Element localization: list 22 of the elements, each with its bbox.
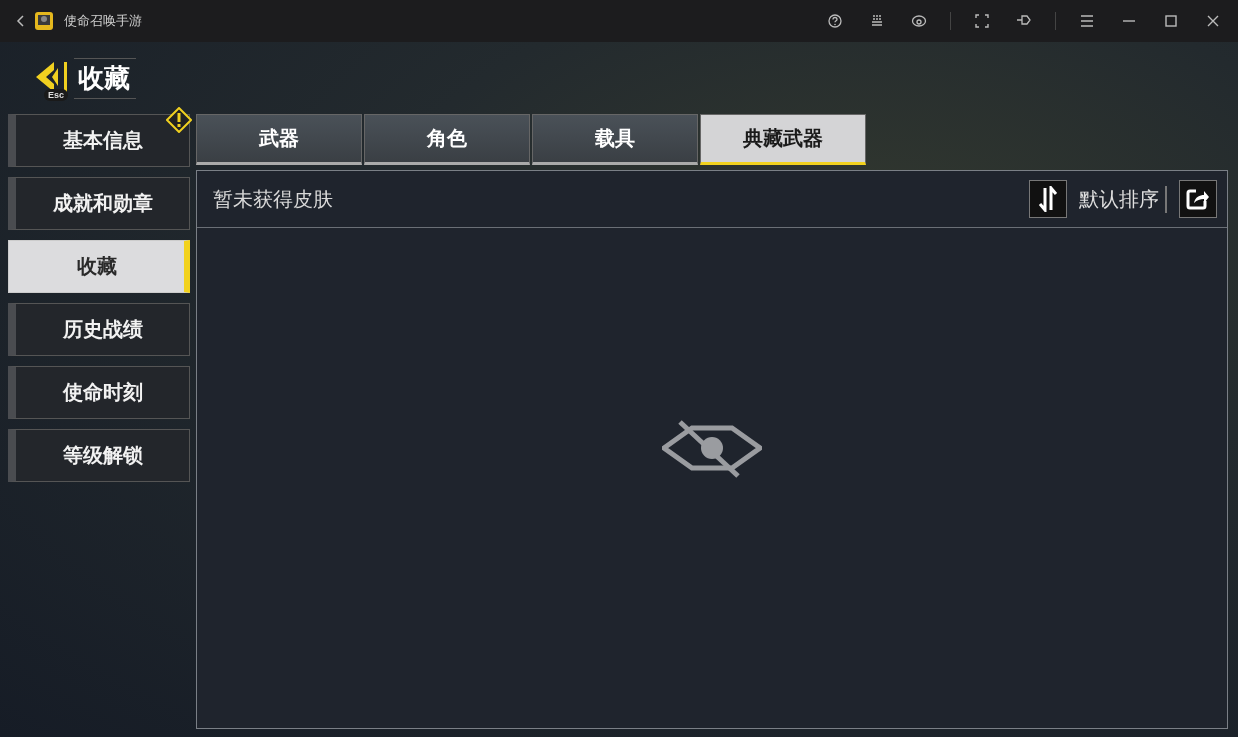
sidebar-item[interactable]: 基本信息 [8, 114, 190, 167]
tab[interactable]: 武器 [196, 114, 362, 165]
app-icon [34, 11, 54, 31]
sort-label: 默认排序 [1079, 185, 1167, 213]
share-icon [1186, 188, 1210, 210]
hidden-eye-icon [662, 418, 762, 478]
back-icon[interactable] [16, 15, 24, 27]
share-button[interactable] [1179, 180, 1217, 218]
tab[interactable]: 典藏武器 [700, 114, 866, 165]
tab[interactable]: 角色 [364, 114, 530, 165]
sidebar-item[interactable]: 使命时刻 [8, 366, 190, 419]
page-title: 收藏 [74, 57, 136, 99]
sidebar-item[interactable]: 成就和勋章 [8, 177, 190, 230]
sort-arrows-icon [1038, 186, 1058, 212]
sidebar-item[interactable]: 收藏 [8, 240, 190, 293]
back-button[interactable]: Esc [30, 55, 74, 101]
window-title: 使命召唤手游 [64, 12, 142, 30]
tab[interactable]: 载具 [532, 114, 698, 165]
sidebar-item[interactable]: 等级解锁 [8, 429, 190, 482]
sort-button[interactable] [1029, 180, 1067, 218]
sidebar-item[interactable]: 历史战绩 [8, 303, 190, 356]
empty-status: 暂未获得皮肤 [213, 185, 333, 213]
